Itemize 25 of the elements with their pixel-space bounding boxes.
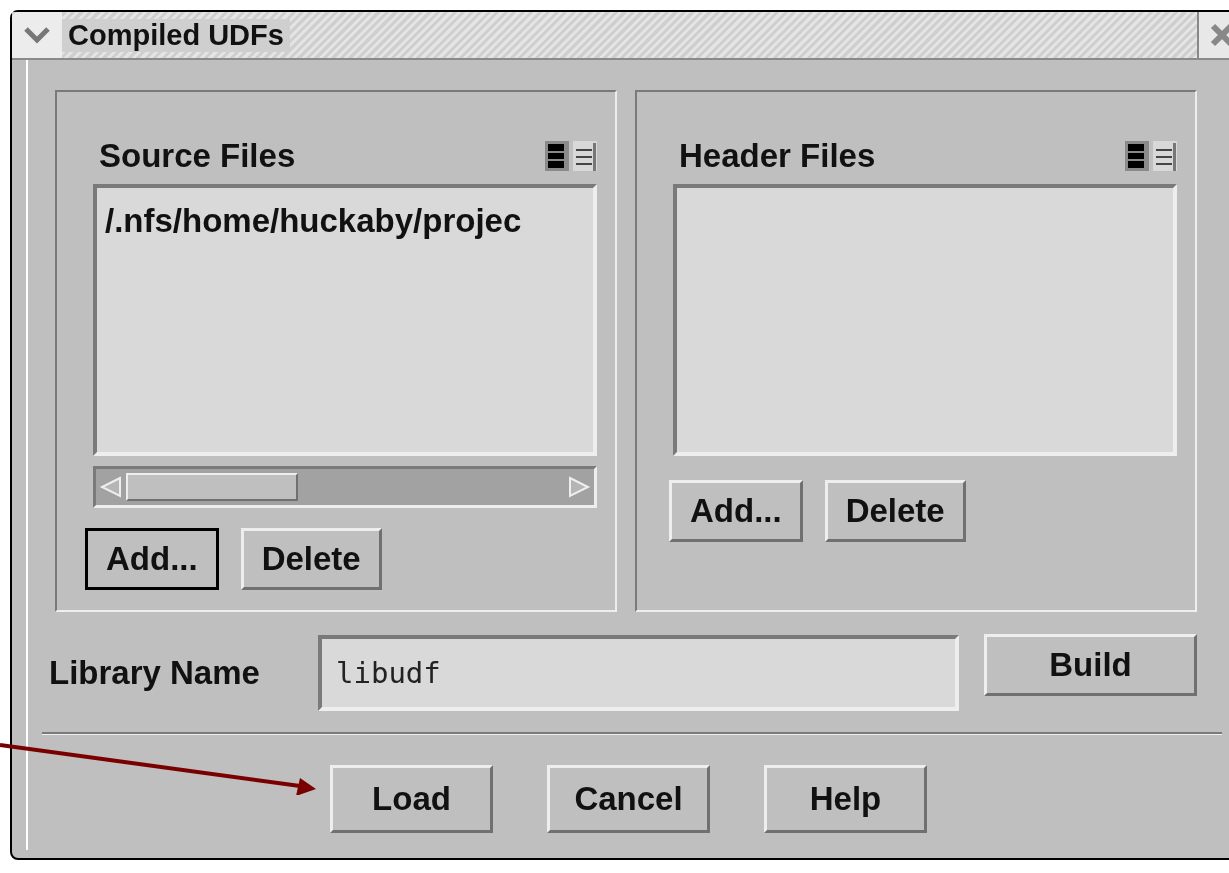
library-name-field[interactable]: libudf <box>318 635 959 711</box>
build-button[interactable]: Build <box>984 634 1197 696</box>
dialog-button[interactable]: Help <box>764 765 927 833</box>
window-title: Compiled UDFs <box>62 18 290 52</box>
window-menu-button[interactable] <box>12 12 62 58</box>
dialog-button[interactable]: Cancel <box>547 765 710 833</box>
field-label: Library Name <box>49 654 261 692</box>
horizontal-scrollbar[interactable] <box>93 466 597 508</box>
add-button[interactable]: Add... <box>669 480 803 542</box>
add-button[interactable]: Add... <box>85 528 219 590</box>
list-view-icon[interactable] <box>1153 141 1177 171</box>
close-button[interactable] <box>1197 12 1229 58</box>
list-item[interactable]: /.nfs/home/huckaby/projec <box>105 202 585 240</box>
close-icon <box>1209 22 1229 48</box>
dialog-button[interactable]: Load <box>330 765 493 833</box>
panel-title: Source Files <box>99 137 297 175</box>
list-view-icon[interactable] <box>573 141 597 171</box>
panel-title: Header Files <box>679 137 877 175</box>
list-view-icon[interactable] <box>545 141 569 171</box>
delete-button[interactable]: Delete <box>240 528 382 590</box>
chevron-down-icon <box>24 26 50 44</box>
file-list[interactable]: /.nfs/home/huckaby/projec <box>93 184 597 456</box>
list-view-icon[interactable] <box>1125 141 1149 171</box>
delete-button[interactable]: Delete <box>824 480 966 542</box>
file-list[interactable] <box>673 184 1177 456</box>
